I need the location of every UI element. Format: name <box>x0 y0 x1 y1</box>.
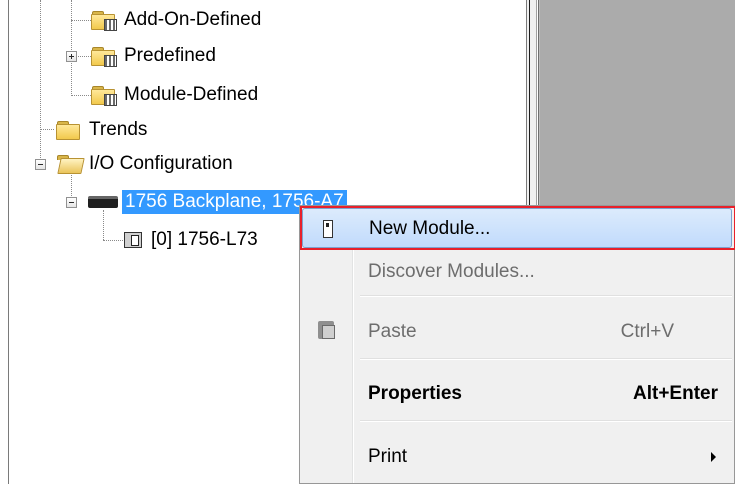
folder-with-grid-icon <box>91 86 117 106</box>
tree-connector-line <box>103 240 123 241</box>
menu-item-print[interactable]: Print <box>302 437 732 477</box>
folder-with-grid-icon <box>91 11 117 31</box>
tree-connector-line <box>71 95 91 96</box>
menu-item-new-module[interactable]: New Module... <box>302 208 732 248</box>
submenu-arrow-icon <box>711 452 716 462</box>
backplane-icon <box>88 196 118 208</box>
tree-item-add-on-defined[interactable]: Add-On-Defined <box>91 8 264 32</box>
paste-icon <box>318 321 336 339</box>
menu-separator <box>360 295 732 297</box>
tree-item-label: Trends <box>89 119 148 140</box>
tree-connector-line <box>40 129 54 130</box>
tree-item-module-defined[interactable]: Module-Defined <box>91 83 261 107</box>
menu-item-label: Properties <box>368 383 462 404</box>
menu-item-label: Discover Modules... <box>368 261 535 282</box>
tree-item-trends[interactable]: Trends <box>56 118 150 142</box>
folder-icon <box>56 121 80 140</box>
folder-with-grid-icon <box>91 47 117 67</box>
tree-item-io-configuration[interactable]: I/O Configuration <box>56 152 236 176</box>
menu-item-paste[interactable]: Paste Ctrl+V <box>302 312 732 352</box>
tree-item-label: [0] 1756-L73 <box>151 229 258 250</box>
collapse-minus-icon[interactable] <box>66 197 77 208</box>
menu-item-discover-modules[interactable]: Discover Modules... <box>302 252 732 292</box>
menu-item-shortcut: Ctrl+V <box>620 321 674 342</box>
expand-plus-icon[interactable] <box>66 51 77 62</box>
menu-item-properties[interactable]: Properties Alt+Enter <box>302 374 732 414</box>
menu-separator <box>360 358 732 360</box>
tree-connector-line <box>71 0 72 96</box>
tree-item-label: Predefined <box>124 45 216 66</box>
context-menu: New Module... Discover Modules... Paste … <box>299 205 735 484</box>
menu-item-label: New Module... <box>369 218 491 239</box>
menu-separator <box>360 420 732 422</box>
tree-connector-line <box>103 210 104 240</box>
tree-item-label: Module-Defined <box>124 84 259 105</box>
menu-item-label: Paste <box>368 321 417 342</box>
controller-module-icon <box>124 232 142 248</box>
collapse-minus-icon[interactable] <box>35 159 46 170</box>
tree-item-label: I/O Configuration <box>89 153 233 174</box>
tree-item-controller[interactable]: [0] 1756-L73 <box>124 228 261 252</box>
menu-item-label: Print <box>368 446 408 467</box>
tree-connector-line <box>76 56 91 57</box>
new-module-icon <box>319 220 337 238</box>
tree-connector-line <box>40 0 41 164</box>
menu-item-shortcut: Alt+Enter <box>633 383 718 404</box>
tree-item-predefined[interactable]: Predefined <box>91 44 219 68</box>
open-folder-icon <box>56 155 85 174</box>
tree-item-label: Add-On-Defined <box>124 9 262 30</box>
tree-connector-line <box>71 20 91 21</box>
